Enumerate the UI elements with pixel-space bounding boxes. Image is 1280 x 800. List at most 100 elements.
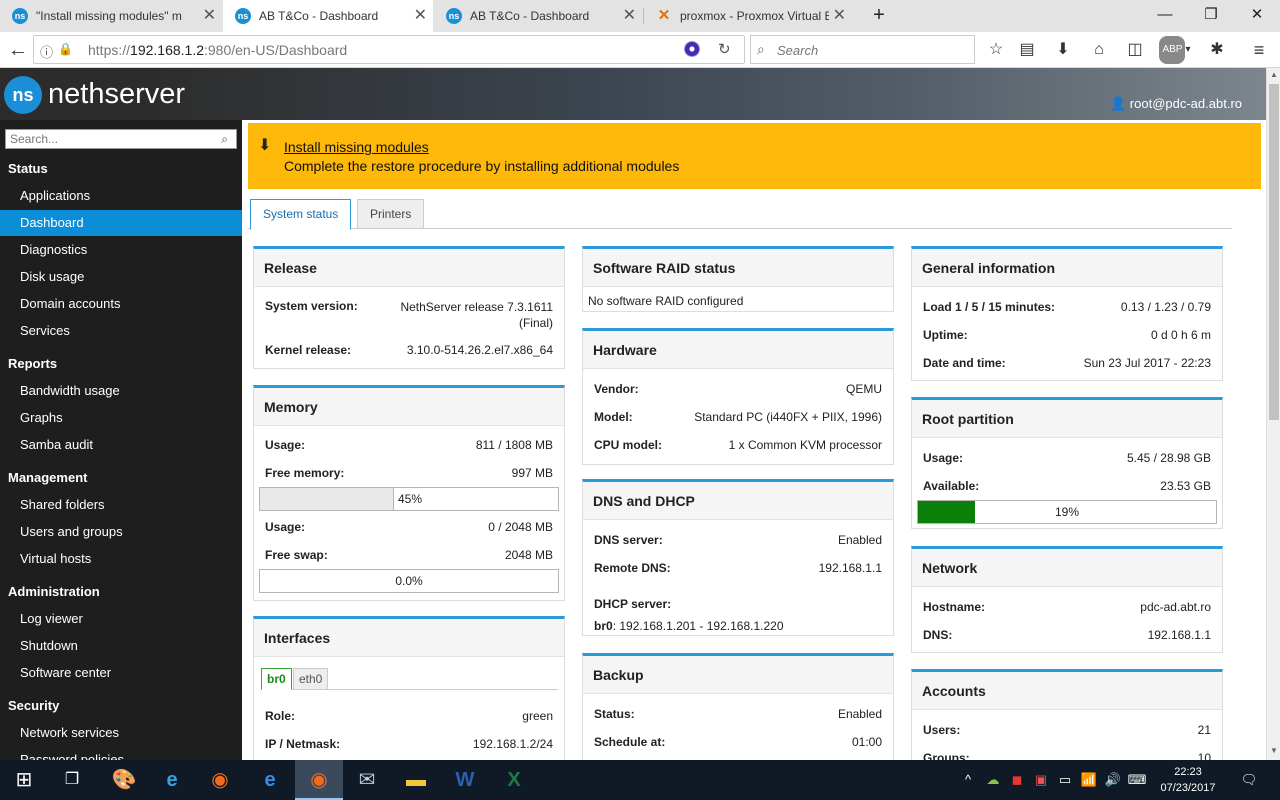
reading-list-icon[interactable]: ▤ xyxy=(1013,36,1041,64)
sidebar-group-administration: Administration xyxy=(8,584,100,599)
sidebar-item-users-and-groups[interactable]: Users and groups xyxy=(0,519,242,545)
label: DHCP server: xyxy=(594,597,672,611)
task-view-icon[interactable]: ❐ xyxy=(48,760,96,800)
word-icon[interactable]: W xyxy=(441,760,489,800)
adblock-icon[interactable]: ABP ▾ xyxy=(1157,36,1193,64)
browser-tab-1[interactable]: ns "Install missing modules" m ✕ xyxy=(0,0,222,32)
tab-system-status[interactable]: System status xyxy=(250,199,352,230)
sidebar-item-software-center[interactable]: Software center xyxy=(0,660,242,686)
network-wifi-icon[interactable]: 📶 xyxy=(1078,760,1100,800)
database-tray-icon[interactable]: ◼ xyxy=(1006,760,1028,800)
panel-title: Network xyxy=(912,549,1222,587)
clock-time: 22:23 xyxy=(1174,766,1202,778)
close-tab-icon[interactable]: ✕ xyxy=(198,0,216,32)
nethserver-logo-icon: ns xyxy=(4,76,42,115)
close-tab-icon[interactable]: ✕ xyxy=(623,0,636,32)
url-text[interactable]: https://192.168.1.2:980/en-US/Dashboard xyxy=(88,42,347,58)
scroll-up-icon[interactable]: ▲ xyxy=(1270,70,1278,79)
new-tab-button[interactable]: + xyxy=(856,0,902,32)
sidebar-item-samba-audit[interactable]: Samba audit xyxy=(0,432,242,458)
browser-tab-3[interactable]: ns AB T&Co - Dashboard ✕ xyxy=(434,0,642,32)
url-bar[interactable]: ⓘ 🔒 https://192.168.1.2:980/en-US/Dashbo… xyxy=(33,35,745,64)
interface-tab-eth0[interactable]: eth0 xyxy=(293,668,329,690)
uptime: 0 d 0 h 6 m xyxy=(1150,328,1211,342)
internet-explorer-icon[interactable]: e xyxy=(148,760,196,800)
edge-icon[interactable]: e xyxy=(246,760,294,800)
close-window-button[interactable]: ✕ xyxy=(1234,0,1280,32)
close-tab-icon[interactable]: ✕ xyxy=(828,0,846,32)
sidebar-search-input[interactable]: Search... ⌕ xyxy=(5,129,237,149)
firefox-active-icon[interactable]: ◉ xyxy=(295,760,343,800)
back-icon[interactable]: ← xyxy=(4,36,32,64)
sidebar-item-password-policies[interactable]: Password policies xyxy=(0,747,242,760)
sidebar-item-dashboard[interactable]: Dashboard xyxy=(0,210,242,236)
pocket-icon[interactable]: ◫ xyxy=(1121,36,1149,64)
thunderbird-icon[interactable]: ✉ xyxy=(343,760,391,800)
browser-tab-4[interactable]: ✕ proxmox - Proxmox Virtual E ✕ xyxy=(644,0,852,32)
scroll-down-icon[interactable]: ▼ xyxy=(1270,746,1278,755)
sidebar-item-virtual-hosts[interactable]: Virtual hosts xyxy=(0,546,242,572)
free-memory: 997 MB xyxy=(511,466,553,480)
label: CPU model: xyxy=(594,438,663,452)
user-menu[interactable]: 👤 root@pdc-ad.abt.ro xyxy=(1110,96,1242,112)
windows-start-icon[interactable]: ⊞ xyxy=(0,760,48,800)
sidebar-item-log-viewer[interactable]: Log viewer xyxy=(0,606,242,632)
sidebar-item-domain-accounts[interactable]: Domain accounts xyxy=(0,291,242,317)
swap-bar-label: 0.0% xyxy=(395,574,423,588)
battery-icon[interactable]: ▭ xyxy=(1054,760,1076,800)
menu-icon[interactable]: ≡ xyxy=(1245,36,1273,64)
sidebar-item-graphs[interactable]: Graphs xyxy=(0,405,242,431)
tab-printers[interactable]: Printers xyxy=(357,199,425,229)
browser-tab-2[interactable]: ns AB T&Co - Dashboard ✕ xyxy=(223,0,433,32)
label: Status: xyxy=(594,707,635,721)
sidebar-item-services[interactable]: Services xyxy=(0,318,242,344)
download-icon[interactable]: ⬇ xyxy=(1049,36,1077,64)
info-icon[interactable]: ⓘ xyxy=(40,42,53,61)
install-missing-modules-link[interactable]: Install missing modules xyxy=(284,139,429,155)
memory-panel: Memory Usage: 811 / 1808 MB Free memory: 9… xyxy=(253,385,565,601)
sidebar-item-applications[interactable]: Applications xyxy=(0,183,242,209)
label: Schedule at: xyxy=(594,735,666,749)
bookmark-star-icon[interactable]: ☆ xyxy=(982,36,1010,64)
maximize-button[interactable]: ❐ xyxy=(1188,0,1234,32)
sidebar-item-bandwidth-usage[interactable]: Bandwidth usage xyxy=(0,378,242,404)
interface-tab-br0[interactable]: br0 xyxy=(261,668,292,690)
firefox-icon[interactable]: ◉ xyxy=(196,760,244,800)
volume-icon[interactable]: 🔊 xyxy=(1102,760,1124,800)
sidebar-item-diagnostics[interactable]: Diagnostics xyxy=(0,237,242,263)
reload-icon[interactable]: ↻ xyxy=(718,40,731,58)
notifications-icon[interactable]: 🗨 xyxy=(1234,760,1264,800)
paint-app-icon[interactable]: 🎨 xyxy=(100,760,148,800)
nethserver-logo[interactable]: ns nethserver xyxy=(4,72,185,116)
excel-icon[interactable]: X xyxy=(490,760,538,800)
memory-bar-label: 45% xyxy=(397,492,423,506)
label: Vendor: xyxy=(594,382,639,396)
panel-title: Root partition xyxy=(912,400,1222,438)
scrollbar-thumb[interactable] xyxy=(1269,84,1279,420)
kernel-release: 3.10.0-514.26.2.el7.x86_64 xyxy=(406,343,553,357)
extensions-icon[interactable]: ✱ xyxy=(1203,36,1231,64)
tray-expand-icon[interactable]: ^ xyxy=(958,760,978,800)
sidebar-item-disk-usage[interactable]: Disk usage xyxy=(0,264,242,290)
close-tab-icon[interactable]: ✕ xyxy=(414,0,427,32)
banner-message: Complete the restore procedure by instal… xyxy=(284,158,680,174)
file-explorer-icon[interactable]: ▬ xyxy=(392,760,440,800)
app-tray-icon[interactable]: ▣ xyxy=(1030,760,1052,800)
sidebar-item-network-services[interactable]: Network services xyxy=(0,720,242,746)
page-scrollbar[interactable]: ▲ ▼ xyxy=(1266,68,1280,760)
cloud-sync-icon[interactable]: ☁ xyxy=(982,760,1004,800)
search-icon[interactable]: ⌕ xyxy=(221,130,228,148)
home-icon[interactable]: ⌂ xyxy=(1085,36,1113,64)
taskbar-clock[interactable]: 22:23 07/23/2017 xyxy=(1152,764,1224,796)
sidebar-item-shared-folders[interactable]: Shared folders xyxy=(0,492,242,518)
label: Kernel release: xyxy=(265,343,352,357)
search-icon: ⌕ xyxy=(757,41,765,57)
sidebar-item-shutdown[interactable]: Shutdown xyxy=(0,633,242,659)
search-bar[interactable]: ⌕ Search xyxy=(750,35,975,64)
backup-panel: Backup Status: Enabled Schedule at: 01:00 xyxy=(582,653,894,773)
keyboard-icon[interactable]: ⌨ xyxy=(1126,760,1148,800)
raid-panel: Software RAID status No software RAID co… xyxy=(582,246,894,312)
panel-title: General information xyxy=(912,249,1222,287)
extension-icon[interactable] xyxy=(684,41,700,57)
minimize-button[interactable]: — xyxy=(1142,0,1188,32)
